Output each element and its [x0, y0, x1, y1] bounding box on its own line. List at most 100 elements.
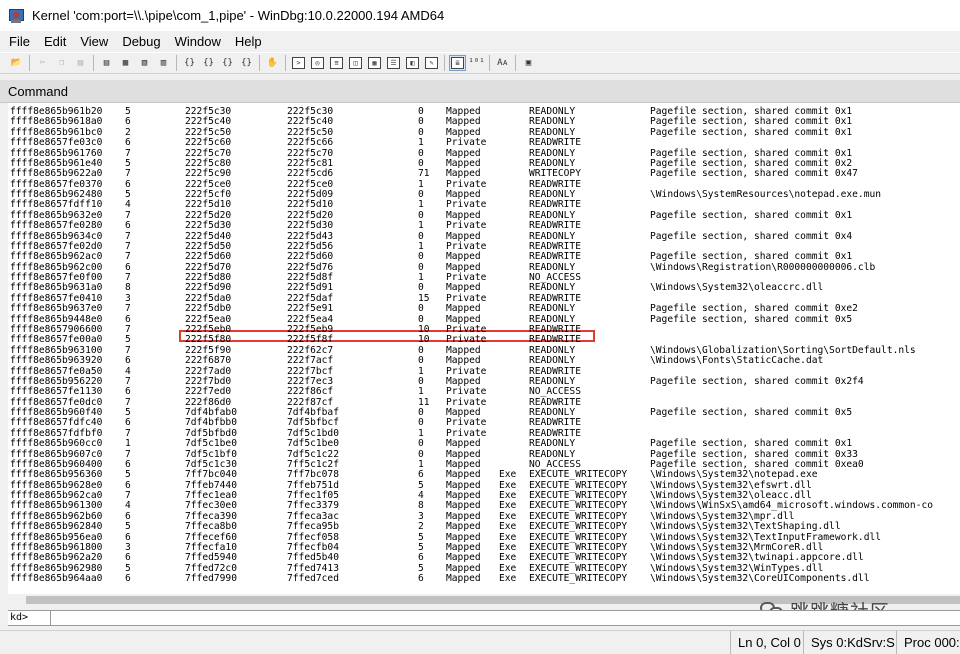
output-cell-vad-address: ffff8e865b962a20 [10, 552, 103, 564]
menu-file[interactable]: File [0, 31, 37, 52]
watch-window-icon[interactable]: ◎ [309, 55, 326, 71]
run-to-cursor-icon[interactable]: {} [238, 55, 255, 71]
output-cell-start-vpn: 222f5d30 [185, 220, 232, 232]
step-out-icon[interactable]: {} [219, 55, 236, 71]
output-cell-level: 6 [125, 116, 131, 128]
output-cell-start-vpn: 222f5c60 [185, 137, 232, 149]
output-cell-start-vpn: 222f5d60 [185, 251, 232, 263]
breakpoint-hand-icon[interactable]: ✋ [264, 55, 281, 71]
menu-view[interactable]: View [73, 31, 115, 52]
output-cell-commit: 71 [418, 168, 430, 180]
output-cell-end-vpn: 222f86cf [287, 386, 334, 398]
output-cell-type: Mapped [446, 355, 481, 367]
output-cell-end-vpn: 222f5d91 [287, 282, 334, 294]
output-cell-type: Private [446, 365, 487, 377]
output-cell-start-vpn: 222f7ad0 [185, 365, 232, 377]
output-cell-start-vpn: 7ff7bc040 [185, 469, 237, 481]
output-cell-type: Mapped [446, 438, 481, 450]
call-stack-icon[interactable]: ☰ [385, 55, 402, 71]
command-input[interactable] [50, 611, 950, 625]
copy-icon[interactable]: ❐ [53, 55, 70, 71]
title-bar: Kernel 'com:port=\\.\pipe\com_1,pipe' - … [0, 0, 960, 31]
paste-icon[interactable]: ▤ [72, 55, 89, 71]
output-cell-description: Pagefile section, shared commit 0x1 [650, 126, 853, 138]
output-cell-description: \Windows\System32\TextShaping.dll [650, 521, 841, 533]
disassembly-icon[interactable]: ◧ [404, 55, 421, 71]
menu-debug[interactable]: Debug [115, 31, 167, 52]
output-cell-type: Mapped [446, 116, 481, 128]
output-cell-vad-address: ffff8e865b9637e0 [10, 303, 103, 315]
output-cell-start-vpn: 222f5c90 [185, 168, 232, 180]
output-cell-start-vpn: 222f5db0 [185, 303, 232, 315]
scratch-pad-icon[interactable]: ✎ [423, 55, 440, 71]
registers-window-icon[interactable]: ◫ [347, 55, 364, 71]
output-cell-end-vpn: 222f7bcf [287, 365, 334, 377]
source-mode-icon[interactable]: ≣ [449, 55, 466, 71]
output-cell-commit: 0 [418, 417, 424, 429]
output-cell-description: Pagefile section, shared commit 0x1 [650, 116, 853, 128]
command-panel-title: Command [8, 84, 68, 99]
window-title: Kernel 'com:port=\\.\pipe\com_1,pipe' - … [32, 8, 445, 23]
output-cell-level: 4 [125, 199, 131, 211]
output-cell-start-vpn: 7ffed7990 [185, 573, 237, 585]
output-cell-end-vpn: 222f5f8f [287, 334, 334, 346]
output-cell-protection: READONLY [529, 116, 576, 128]
output-cell-protection: READONLY [529, 303, 576, 315]
menu-help[interactable]: Help [228, 31, 269, 52]
open-icon[interactable]: 📂 [8, 55, 25, 71]
output-cell-vad-address: ffff8e865b9631a0 [10, 282, 103, 294]
break-icon[interactable]: ▥ [155, 55, 172, 71]
options-icon[interactable]: ▣ [520, 55, 537, 71]
output-cell-end-vpn: 7df5bfbcf [287, 417, 339, 429]
hex-display-icon[interactable]: ¹⁰¹ [468, 55, 485, 71]
locals-window-icon[interactable]: ≡ [328, 55, 345, 71]
output-cell-protection: READONLY [529, 355, 576, 367]
output-cell-commit: 1 [418, 365, 424, 377]
restart-icon[interactable]: ▦ [117, 55, 134, 71]
memory-window-icon[interactable]: ▦ [366, 55, 383, 71]
output-cell-level: 6 [125, 137, 131, 149]
output-cell-type: Private [446, 417, 487, 429]
output-cell-protection: READONLY [529, 438, 576, 450]
command-output[interactable]: ffff8e865b961b20 5 222f5c30 222f5c30 0 Mapped… [8, 103, 960, 594]
status-proc: Proc 000:0 [896, 631, 960, 654]
go-icon[interactable]: ▤ [98, 55, 115, 71]
output-cell-vad-address: ffff8e865b962ac0 [10, 251, 103, 263]
output-cell-start-vpn: 7ffeca8b0 [185, 521, 237, 533]
output-cell-description: Pagefile section, shared commit 0x1 [650, 209, 853, 221]
output-cell-end-vpn: 222f5cd6 [287, 168, 334, 180]
command-window-icon[interactable]: > [290, 55, 307, 71]
output-cell-level: 6 [125, 552, 131, 564]
output-cell-description: \Windows\Registration\R000000000006.clb [650, 261, 876, 273]
output-cell-level: 6 [125, 355, 131, 367]
output-cell-level: 5 [125, 469, 131, 481]
output-cell-vad-address: ffff8e8657fe0a50 [10, 365, 103, 377]
output-cell-vad-address: ffff8e8657fdff10 [10, 199, 103, 211]
output-cell-commit: 6 [418, 469, 424, 481]
output-cell-type: Mapped [446, 500, 481, 512]
output-cell-protection: EXECUTE_WRITECOPY [529, 552, 628, 564]
output-cell-start-vpn: 222f6870 [185, 355, 232, 367]
output-cell-exe-flag: Exe [499, 573, 517, 585]
stop-debugging-icon[interactable]: ▧ [136, 55, 153, 71]
menu-window[interactable]: Window [168, 31, 228, 52]
cut-icon[interactable]: ✂ [34, 55, 51, 71]
output-cell-vad-address: ffff8e865b961300 [10, 500, 103, 512]
command-panel-header: Command [0, 80, 960, 103]
output-cell-start-vpn: 222f7ed0 [185, 386, 232, 398]
output-cell-level: 7 [125, 168, 131, 180]
font-icon[interactable]: Aᴀ [494, 55, 511, 71]
output-cell-description: \Windows\Fonts\StaticCache.dat [650, 355, 824, 367]
output-cell-exe-flag: Exe [499, 500, 517, 512]
output-cell-start-vpn: 222f5f80 [185, 334, 232, 346]
output-cell-description: Pagefile section, shared commit 0x1 [650, 438, 853, 450]
output-cell-type: Private [446, 386, 487, 398]
output-cell-level: 4 [125, 500, 131, 512]
output-cell-start-vpn: 222f5d90 [185, 282, 232, 294]
output-cell-protection: READWRITE [529, 251, 581, 263]
menu-edit[interactable]: Edit [37, 31, 73, 52]
step-into-icon[interactable]: {} [181, 55, 198, 71]
output-cell-commit: 0 [418, 282, 424, 294]
step-over-icon[interactable]: {} [200, 55, 217, 71]
status-bar: Ln 0, Col 0 Sys 0:KdSrv:S Proc 000:0 [0, 630, 960, 654]
